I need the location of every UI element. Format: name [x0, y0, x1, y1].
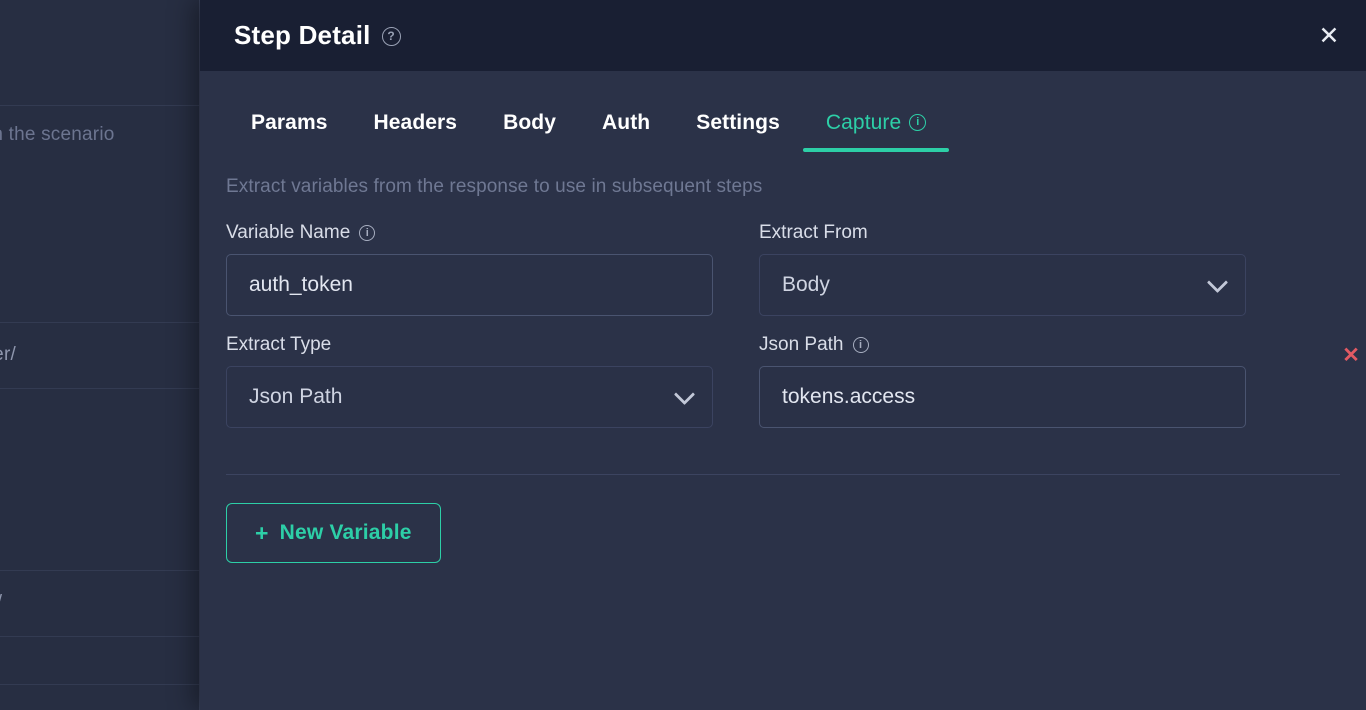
info-circle-icon[interactable]: i [852, 337, 869, 353]
backdrop-url-fragment: ster/ [0, 344, 16, 365]
variable-name-input[interactable] [226, 254, 713, 316]
backdrop-url-fragment: n/ [0, 592, 2, 614]
extract-type-select[interactable]: Json Path [226, 366, 713, 428]
json-path-label: Json Path i [759, 334, 1246, 356]
tab-params[interactable]: Params [228, 93, 351, 152]
tab-body[interactable]: Body [480, 93, 579, 152]
page-title: Step Detail? [234, 20, 401, 51]
chevron-down-icon [673, 383, 696, 406]
help-circle-icon[interactable]: i [909, 114, 927, 131]
backdrop-divider [0, 105, 200, 106]
capture-panel: Extract variables from the response to u… [200, 176, 1366, 563]
modal-title-text: Step Detail [234, 20, 371, 50]
variable-name-field: Variable Name i [226, 222, 713, 316]
extract-from-select[interactable]: Body [759, 254, 1246, 316]
grid-spacer [713, 222, 759, 316]
tab-capture-label: Capture [825, 110, 902, 134]
extract-from-value: Body [782, 273, 830, 296]
extract-type-value: Json Path [249, 385, 343, 408]
info-circle-icon[interactable]: i [359, 225, 376, 241]
new-variable-button[interactable]: + New Variable [226, 503, 441, 563]
tab-settings[interactable]: Settings [673, 93, 803, 152]
variable-name-label: Variable Name i [226, 222, 713, 244]
json-path-input[interactable] [759, 366, 1246, 428]
tab-auth[interactable]: Auth [579, 93, 673, 152]
grid-spacer [713, 334, 759, 428]
step-detail-modal: Step Detail? ✕ Params Headers Body Auth … [200, 0, 1366, 710]
chevron-down-icon [1206, 271, 1229, 294]
section-divider [226, 474, 1340, 475]
delete-variable-icon[interactable]: ✕ [1336, 340, 1366, 370]
backdrop-divider [0, 322, 200, 323]
extract-type-label: Extract Type [226, 334, 332, 355]
extract-from-field: Extract From Body [759, 222, 1246, 316]
close-icon[interactable]: ✕ [1313, 20, 1345, 52]
modal-header: Step Detail? ✕ [200, 0, 1366, 71]
backdrop-divider [0, 684, 200, 685]
capture-description: Extract variables from the response to u… [226, 176, 763, 197]
json-path-field: Json Path i [759, 334, 1246, 428]
tab-bar: Params Headers Body Auth Settings Captur… [200, 71, 1366, 152]
plus-icon: + [255, 519, 269, 546]
backdrop-divider [0, 388, 200, 389]
tab-capture[interactable]: Capture i [802, 93, 950, 152]
extract-from-label: Extract From [759, 222, 868, 243]
capture-variable-row: Variable Namei Extract From Body Extract… [226, 222, 1360, 428]
help-circle-icon[interactable]: ? [381, 26, 401, 46]
new-variable-label: New Variable [279, 521, 412, 544]
tab-headers[interactable]: Headers [351, 93, 481, 152]
backdrop-scenario-text: ps in the scenario [0, 124, 115, 145]
extract-type-field: Extract Type Json Path [226, 334, 713, 428]
backdrop-divider [0, 570, 200, 571]
backdrop-divider [0, 636, 200, 637]
